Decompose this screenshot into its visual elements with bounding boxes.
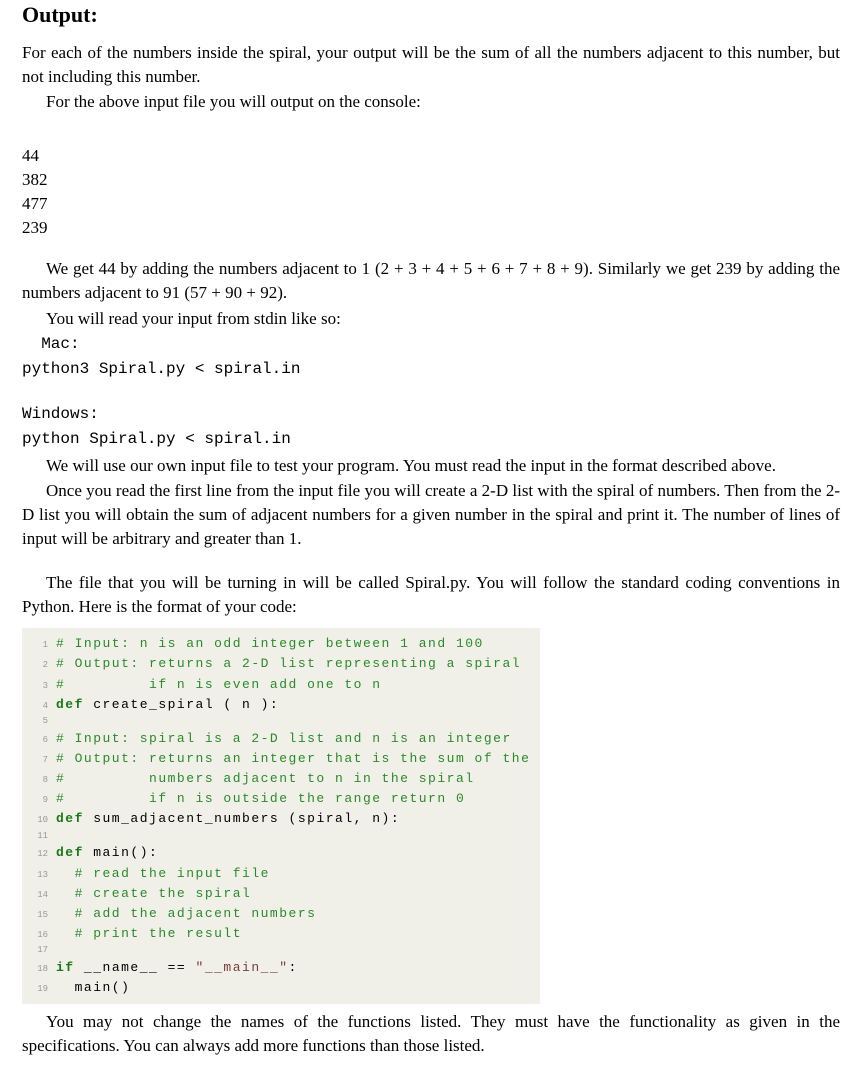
code-line: 5 xyxy=(26,715,536,729)
code-line: 7# Output: returns an integer that is th… xyxy=(26,749,536,769)
code-line: 2# Output: returns a 2-D list representi… xyxy=(26,654,536,674)
code-line: 8# numbers adjacent to n in the spiral xyxy=(26,769,536,789)
sample-line: 44 xyxy=(22,144,840,168)
para-own-input: We will use our own input file to test y… xyxy=(22,454,840,478)
para-output-desc: For each of the numbers inside the spira… xyxy=(22,41,840,89)
para-explain-44: We get 44 by adding the numbers adjacent… xyxy=(22,257,840,305)
sample-line: 382 xyxy=(22,168,840,192)
sample-line: 239 xyxy=(22,216,840,240)
code-line: 13 # read the input file xyxy=(26,864,536,884)
code-line: 17 xyxy=(26,944,536,958)
code-line: 18if __name__ == "__main__": xyxy=(26,958,536,978)
code-line: 3# if n is even add one to n xyxy=(26,675,536,695)
code-line: 10def sum_adjacent_numbers (spiral, n): xyxy=(26,809,536,829)
sample-output-block: 44 382 477 239 xyxy=(22,144,840,239)
para-turnin: The file that you will be turning in wil… xyxy=(22,571,840,619)
mac-label: Mac: xyxy=(22,333,840,356)
mac-command: python3 Spiral.py < spiral.in xyxy=(22,358,840,381)
para-console-lead: For the above input file you will output… xyxy=(22,90,840,114)
code-line: 12def main(): xyxy=(26,843,536,863)
code-line: 1# Input: n is an odd integer between 1 … xyxy=(26,634,536,654)
code-line: 4def create_spiral ( n ): xyxy=(26,695,536,715)
para-no-change-names: You may not change the names of the func… xyxy=(22,1010,840,1058)
code-line: 11 xyxy=(26,830,536,844)
code-line: 6# Input: spiral is a 2-D list and n is … xyxy=(26,729,536,749)
code-line: 15 # add the adjacent numbers xyxy=(26,904,536,924)
para-2d-list: Once you read the first line from the in… xyxy=(22,479,840,550)
windows-label: Windows: xyxy=(22,403,840,426)
code-line: 14 # create the spiral xyxy=(26,884,536,904)
section-heading: Output: xyxy=(22,0,840,31)
code-line: 16 # print the result xyxy=(26,924,536,944)
para-stdin-lead: You will read your input from stdin like… xyxy=(22,307,840,331)
code-line: 9# if n is outside the range return 0 xyxy=(26,789,536,809)
sample-line: 477 xyxy=(22,192,840,216)
windows-command: python Spiral.py < spiral.in xyxy=(22,428,840,451)
code-listing: 1# Input: n is an odd integer between 1 … xyxy=(22,628,540,1004)
code-line: 19 main() xyxy=(26,978,536,998)
